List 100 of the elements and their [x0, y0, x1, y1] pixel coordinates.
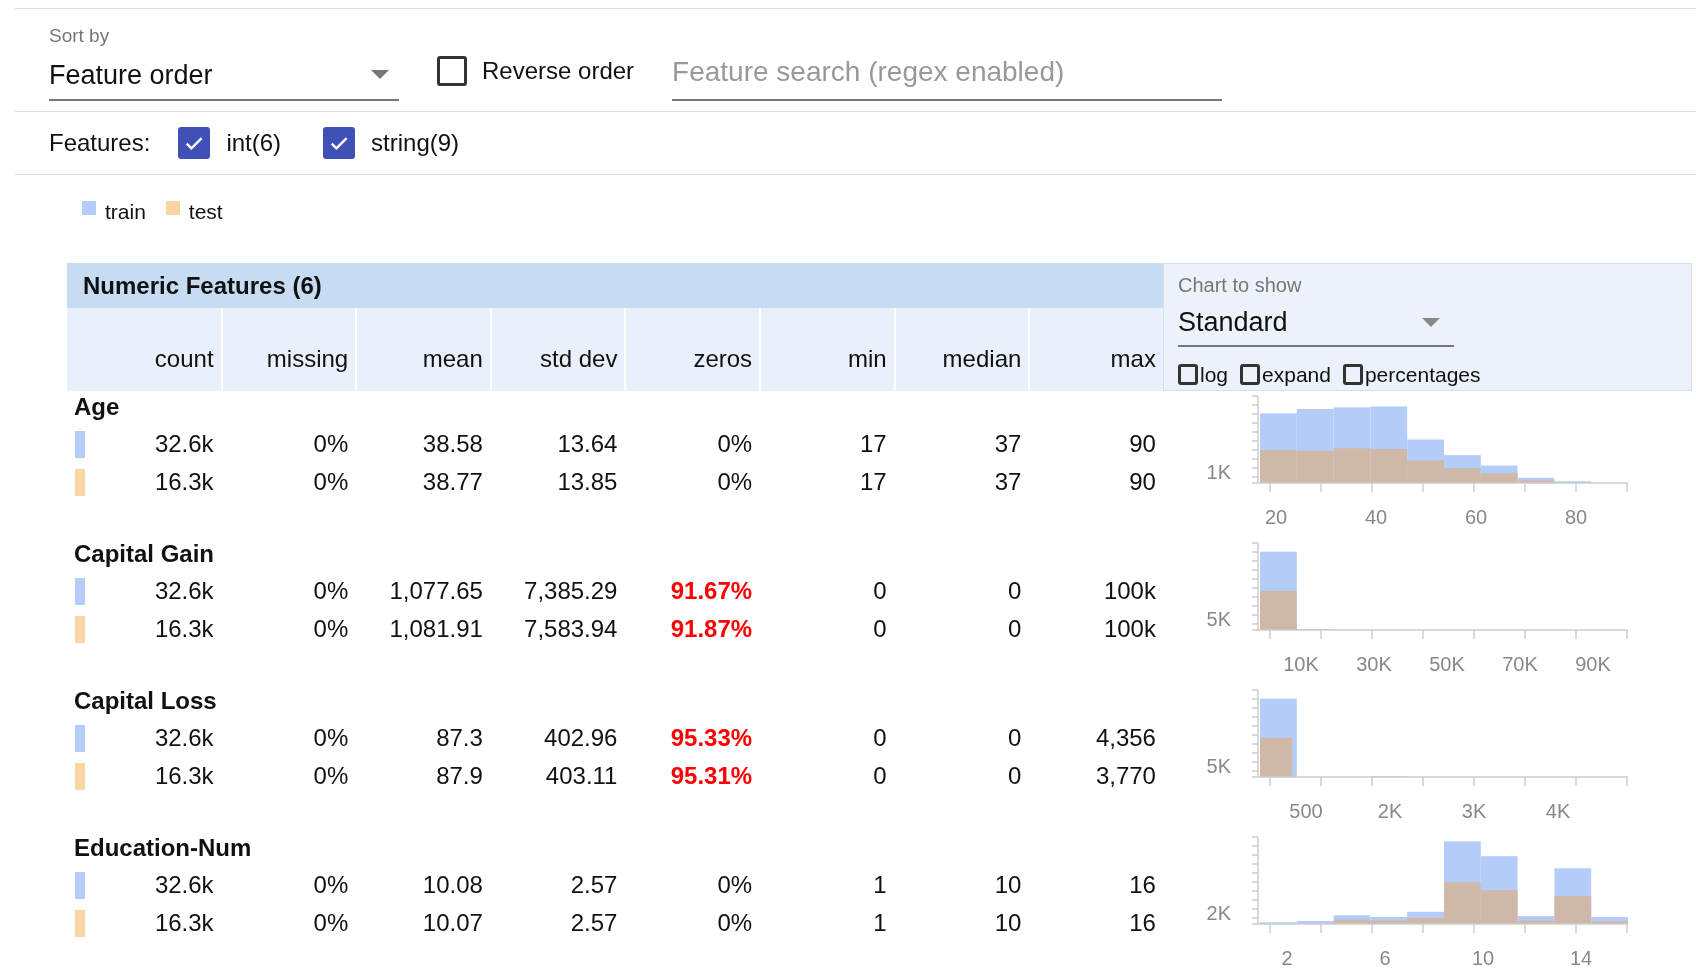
table-cell-text: 95.33% — [670, 723, 753, 753]
table-cell-text: 1 — [873, 908, 887, 938]
checkbox[interactable] — [1342, 363, 1363, 385]
checkbox-label: Reverse order — [482, 56, 635, 86]
table-cell-text: 16.3k — [154, 908, 214, 938]
table-cell-text: 91.67% — [670, 576, 753, 606]
test-bar — [1260, 737, 1292, 777]
axis-label: 6 — [1379, 947, 1391, 969]
axis-label: 500 — [1289, 800, 1323, 822]
table-cell-text: 100k — [1103, 576, 1156, 606]
checkbox-label: log — [1200, 361, 1229, 388]
axis-label: 70K — [1502, 653, 1538, 675]
table-cell-text: 87.3 — [436, 723, 483, 753]
legend-label: test — [188, 199, 223, 226]
table-cell-text: 0% — [313, 723, 349, 753]
table-cell-text: 90 — [1129, 467, 1156, 497]
axis-label: 10K — [1283, 653, 1319, 675]
checkbox-label: int(6) — [226, 128, 282, 158]
table-cell-text: 13.64 — [557, 429, 618, 459]
table-cell-text: 0% — [717, 467, 753, 497]
table-cell-text: 3,770 — [1095, 761, 1156, 791]
table-cell-text: 91.87% — [670, 614, 753, 644]
axis-label: 40 — [1364, 506, 1388, 528]
test-bar — [1260, 449, 1297, 483]
table-cell-text: 10.07 — [422, 908, 483, 938]
axis-label: 3K — [1461, 800, 1487, 822]
checkbox[interactable] — [178, 127, 211, 159]
table-cell-text: 0% — [313, 908, 349, 938]
table-cell-text: 32.6k — [154, 723, 214, 753]
search-field[interactable]: Feature search (regex enabled) — [672, 51, 1223, 101]
table-cell-text: 0 — [1008, 576, 1022, 606]
table-cell-text: 100k — [1103, 614, 1156, 644]
table-cell-text: 0 — [1008, 761, 1022, 791]
axis-label: 30K — [1356, 653, 1392, 675]
table-cell-text: 7,583.94 — [524, 614, 618, 644]
table-cell-text: 16.3k — [154, 614, 214, 644]
table-cell-text: 0% — [313, 870, 349, 900]
column-header: mean — [355, 308, 490, 391]
legend-label: train — [105, 199, 146, 226]
table-cell-text: 0 — [873, 576, 887, 606]
feature-name: Age — [74, 392, 120, 422]
column-header: count — [153, 344, 215, 374]
feature-name: Education-Num — [74, 833, 252, 863]
table-title: Numeric Features (6) — [83, 270, 322, 301]
table-cell-text: 32.6k — [154, 576, 214, 606]
table-cell-text: 16.3k — [154, 761, 214, 791]
table-cell-text: 0% — [313, 614, 349, 644]
feature-name: Capital Gain — [74, 539, 215, 569]
axis-label: 60 — [1464, 506, 1488, 528]
axis-label: 5K — [1206, 608, 1231, 630]
axis-label: 1K — [1206, 461, 1231, 483]
table-cell-text: 7,385.29 — [524, 576, 618, 606]
axis-label: 50K — [1429, 653, 1465, 675]
axis-label: 5K — [1206, 755, 1231, 777]
table-cell-text: 10 — [994, 870, 1022, 900]
checkbox[interactable] — [1240, 363, 1261, 385]
table-cell-text: 10 — [994, 908, 1022, 938]
table-cell-text: 1 — [873, 870, 887, 900]
table-cell-text: 38.77 — [422, 467, 483, 497]
table-cell-text: 0 — [873, 614, 887, 644]
table-cell-text: 4,356 — [1095, 723, 1156, 753]
caret-icon — [1422, 317, 1440, 327]
table-cell-text: 17 — [860, 467, 887, 497]
table-cell-text: 37 — [994, 467, 1022, 497]
sort-select[interactable]: Sort by Feature order — [49, 22, 399, 101]
chart-select[interactable]: Standard — [1178, 302, 1454, 347]
table-cell-text: 0% — [717, 870, 753, 900]
table-cell-text: 2.57 — [570, 870, 618, 900]
axis-label: 90K — [1575, 653, 1611, 675]
table-cell-text: 0 — [873, 723, 887, 753]
table-cell-text: 10.08 — [422, 870, 483, 900]
caret-icon — [371, 70, 389, 80]
table-cell-text: 0% — [717, 908, 753, 938]
table-cell-text: 0% — [313, 576, 349, 606]
table-cell-text: 38.58 — [422, 429, 483, 459]
checkbox[interactable] — [437, 56, 467, 86]
table-cell-text: 17 — [860, 429, 887, 459]
chart-select-label: Chart to show — [1178, 273, 1303, 298]
axis-label: 20 — [1264, 506, 1288, 528]
table-cell-text: 403.11 — [545, 761, 618, 791]
axis-label: 2K — [1377, 800, 1403, 822]
column-header: median — [893, 308, 1029, 391]
column-header: std dev — [489, 308, 625, 391]
column-header: zeros — [624, 308, 760, 391]
table-cell-text: 32.6k — [154, 429, 214, 459]
checkbox[interactable] — [1178, 363, 1198, 385]
table-cell-text: 13.85 — [557, 467, 618, 497]
table-cell-text: 0% — [313, 467, 349, 497]
test-bar — [1260, 590, 1297, 630]
checkbox[interactable] — [323, 127, 356, 159]
column-header: min — [759, 308, 894, 391]
table-cell-text: 0 — [873, 761, 887, 791]
column-header: missing — [220, 308, 356, 391]
checkbox-label: percentages — [1364, 361, 1481, 388]
table-cell-text: 87.9 — [436, 761, 483, 791]
table-cell-text: 2.57 — [570, 908, 618, 938]
features-label: Features: — [49, 128, 151, 158]
axis-label: 4K — [1545, 800, 1571, 822]
table-cell-text: 95.31% — [670, 761, 753, 791]
table-cell-text: 0% — [313, 761, 349, 791]
